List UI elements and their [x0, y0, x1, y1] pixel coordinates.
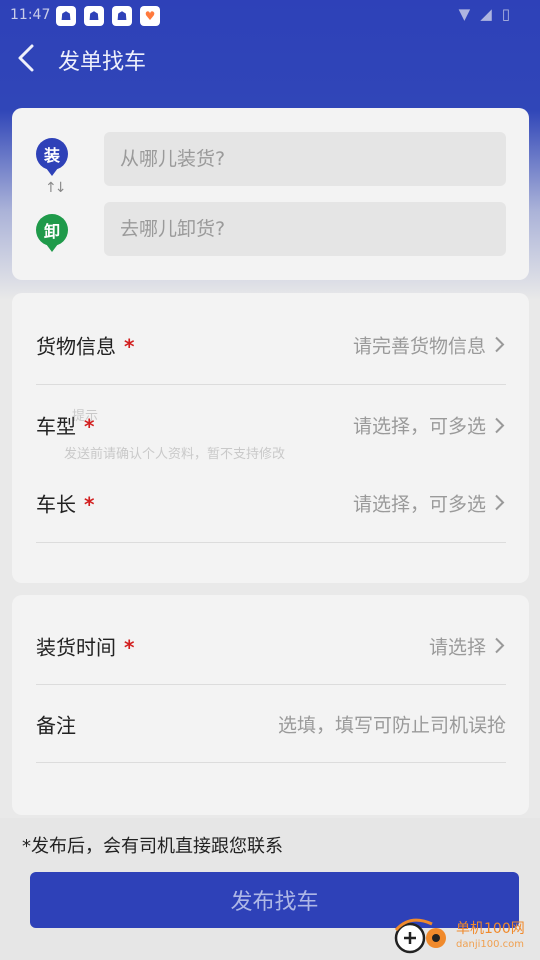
bottom-bar: *发布后，会有司机直接跟您联系 发布找车 单机100网 danji100.com	[0, 818, 540, 960]
watermark-text: 单机100网	[456, 921, 525, 937]
chevron-right-icon	[495, 494, 505, 511]
publish-notice: *发布后，会有司机直接跟您联系	[22, 836, 283, 857]
load-location-input[interactable]	[104, 132, 506, 186]
app-notification-icon: ☗	[84, 6, 104, 26]
watermark-url: danji100.com	[456, 939, 524, 950]
swap-arrows-icon[interactable]: ↑↓	[45, 180, 67, 196]
chevron-right-icon	[495, 336, 505, 353]
cargo-info-label: 货物信息	[36, 334, 116, 358]
app-notification-icon: ☗	[56, 6, 76, 26]
vehicle-type-row[interactable]: 车型 * 请选择，可多选	[36, 385, 506, 465]
vehicle-type-label: 车型	[36, 414, 76, 439]
load-time-row[interactable]: 装货时间 * 请选择	[36, 607, 506, 685]
load-location-icon: 装	[36, 138, 68, 176]
unload-location-input[interactable]	[104, 202, 506, 256]
note-label: 备注	[36, 713, 76, 737]
status-app-icons: ☗ ☗ ☗ ♥	[56, 6, 160, 26]
required-mark: *	[124, 635, 135, 659]
page-title: 发单找车	[58, 50, 147, 75]
back-arrow-icon[interactable]	[12, 42, 44, 74]
cargo-info-value: 请完善货物信息	[352, 335, 486, 357]
note-placeholder[interactable]: 选填，填写可防止司机误抢	[278, 710, 506, 737]
required-mark: *	[124, 334, 135, 358]
cargo-info-row[interactable]: 货物信息 * 请完善货物信息	[36, 305, 506, 385]
required-mark: *	[84, 414, 95, 439]
heart-app-icon: ♥	[140, 6, 160, 26]
status-time: 11:47	[10, 7, 51, 23]
watermark-logo	[394, 918, 446, 954]
app-notification-icon: ☗	[112, 6, 132, 26]
required-mark: *	[84, 492, 95, 516]
vehicle-length-label: 车长	[36, 492, 76, 516]
chevron-right-icon	[495, 637, 505, 654]
vehicle-length-row[interactable]: 车长 * 请选择，可多选	[36, 463, 506, 543]
title-bar: 发单找车	[0, 36, 540, 82]
note-row[interactable]: 备注 选填，填写可防止司机误抢	[36, 685, 506, 763]
vehicle-length-value: 请选择，可多选	[352, 493, 486, 515]
load-time-value: 请选择	[428, 636, 486, 658]
chevron-right-icon	[495, 417, 505, 433]
schedule-card: 装货时间 * 请选择 备注 选填，填写可防止司机误抢	[12, 595, 529, 815]
unload-location-icon: 卸	[36, 214, 68, 252]
signal-icon: ◢	[480, 5, 492, 23]
wifi-icon: ▼	[458, 5, 471, 23]
watermark: 单机100网 danji100.com	[392, 916, 525, 958]
route-card: 装 ↑↓ 卸	[12, 108, 529, 280]
vehicle-info-card: 提示 发送前请确认个人资料，暂不支持修改 货物信息 * 请完善货物信息 车型 * 请…	[12, 293, 529, 583]
load-time-label: 装货时间	[36, 635, 116, 659]
vehicle-type-value: 请选择，可多选	[352, 415, 486, 438]
battery-icon: ▯	[501, 5, 510, 23]
status-indicators: ▼ ◢ ▯	[459, 5, 510, 23]
status-bar: 11:47 ☗ ☗ ☗ ♥ ▼ ◢ ▯	[0, 0, 540, 32]
